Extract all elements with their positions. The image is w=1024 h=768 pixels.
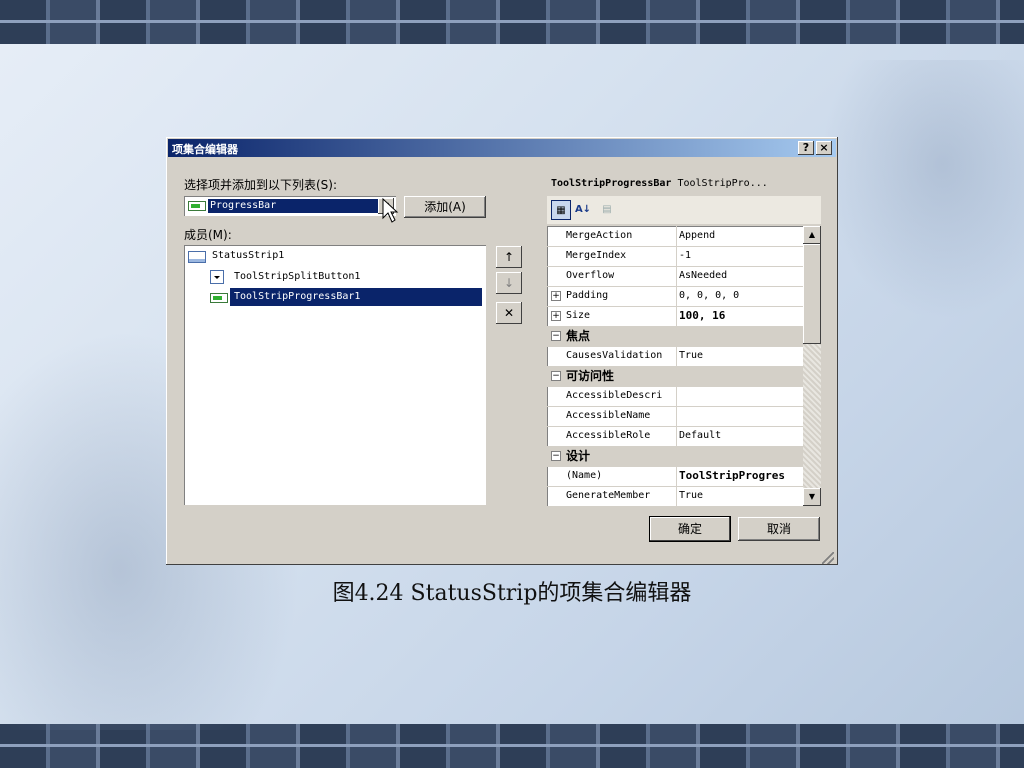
scroll-up-icon[interactable]: ▲: [803, 226, 821, 244]
property-row-padding[interactable]: + Padding 0, 0, 0, 0: [547, 286, 803, 307]
combo-selected-value: ProgressBar: [208, 199, 380, 213]
decorative-bottom-band: [0, 724, 1024, 768]
property-grid[interactable]: MergeAction Append MergeIndex -1 Overflo…: [547, 226, 803, 506]
property-row-causesvalidation[interactable]: CausesValidation True: [547, 346, 803, 367]
property-row-name[interactable]: (Name) ToolStripProgres: [547, 466, 803, 487]
categorized-icon[interactable]: ▦: [551, 200, 571, 220]
selected-component-name: ToolStripProgressBar: [551, 178, 672, 189]
tree-item-progressbar[interactable]: ToolStripProgressBar1: [230, 288, 482, 306]
collapse-icon[interactable]: −: [551, 331, 561, 341]
category-row-focus[interactable]: − 焦点: [547, 326, 803, 347]
property-pages-icon[interactable]: ▤: [597, 200, 617, 220]
cancel-button[interactable]: 取消: [738, 517, 820, 541]
members-tree[interactable]: StatusStrip1 ToolStripSplitButton1 ToolS…: [184, 245, 486, 505]
figure-caption: 图4.24 StatusStrip的项集合编辑器: [332, 581, 692, 606]
property-row-overflow[interactable]: Overflow AsNeeded: [547, 266, 803, 287]
help-button[interactable]: ?: [798, 141, 814, 155]
members-label: 成员(M):: [184, 228, 232, 242]
property-grid-title: ToolStripProgressBar ToolStripPro...: [551, 178, 768, 189]
property-row-size[interactable]: + Size 100, 16: [547, 306, 803, 327]
dialog-titlebar: 项集合编辑器 ? ×: [168, 139, 836, 157]
scroll-down-icon[interactable]: ▼: [803, 488, 821, 506]
remove-button[interactable]: ✕: [496, 302, 522, 324]
property-row-mergeindex[interactable]: MergeIndex -1: [547, 246, 803, 267]
category-row-design[interactable]: − 设计: [547, 446, 803, 467]
move-up-button[interactable]: ↑: [496, 246, 522, 268]
close-button[interactable]: ×: [816, 141, 832, 155]
category-row-accessibility[interactable]: − 可访问性: [547, 366, 803, 387]
select-item-label: 选择项并添加到以下列表(S):: [184, 178, 338, 192]
ok-button[interactable]: 确定: [650, 517, 730, 541]
property-row-generatemember[interactable]: GenerateMember True: [547, 486, 803, 506]
expand-icon[interactable]: +: [551, 311, 561, 321]
property-row-accessiblerole[interactable]: AccessibleRole Default: [547, 426, 803, 447]
sort-alphabetical-icon[interactable]: A↓: [573, 200, 593, 220]
expand-icon[interactable]: +: [551, 291, 561, 301]
background-wall-image-right: [820, 60, 1024, 320]
resize-grip-icon[interactable]: [822, 552, 834, 564]
add-button[interactable]: 添加(A): [404, 196, 486, 218]
dialog-title: 项集合编辑器: [172, 143, 238, 156]
decorative-top-band: [0, 0, 1024, 44]
selected-component-type: ToolStripPro...: [677, 178, 768, 189]
item-type-combobox[interactable]: ProgressBar ▼: [184, 196, 396, 216]
property-row-accessiblename[interactable]: AccessibleName: [547, 406, 803, 427]
tree-item-splitbutton[interactable]: ToolStripSplitButton1: [234, 268, 360, 286]
collapse-icon[interactable]: −: [551, 451, 561, 461]
collapse-icon[interactable]: −: [551, 371, 561, 381]
statusstrip-icon: [188, 251, 206, 263]
progressbar-icon: [210, 293, 228, 303]
property-grid-scrollbar[interactable]: ▲ ▼: [803, 226, 821, 506]
property-grid-toolbar: ▦ A↓ ▤: [547, 196, 821, 224]
move-down-button[interactable]: ↓: [496, 272, 522, 294]
splitbutton-icon: [210, 270, 224, 284]
tree-item-statusstrip[interactable]: StatusStrip1: [212, 247, 284, 265]
property-row-accessibledescription[interactable]: AccessibleDescri: [547, 386, 803, 407]
property-row-mergeaction[interactable]: MergeAction Append: [547, 226, 803, 247]
progressbar-icon: [188, 201, 206, 211]
scrollbar-thumb[interactable]: [803, 244, 821, 344]
mouse-cursor-icon: [382, 198, 399, 223]
